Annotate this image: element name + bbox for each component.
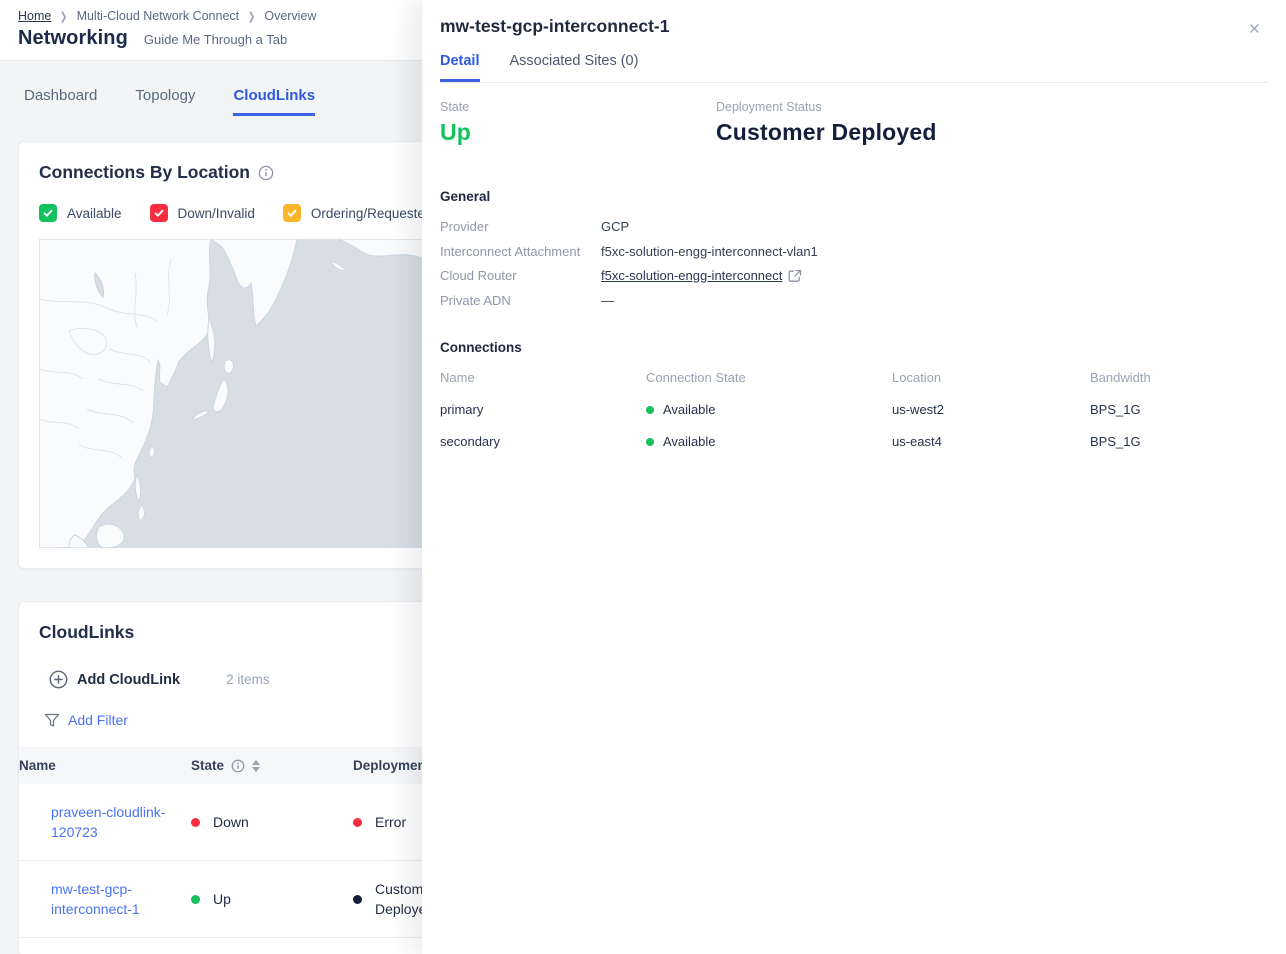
connections-section: Connections Name Connection State Locati… — [440, 340, 1268, 449]
available-checkbox[interactable] — [39, 204, 57, 222]
down-invalid-checkbox[interactable] — [150, 204, 168, 222]
connections-by-location-title: Connections By Location — [39, 162, 250, 183]
provider-value: GCP — [601, 215, 629, 240]
conn-column-name: Name — [440, 370, 646, 385]
interconnect-attachment-label: Interconnect Attachment — [440, 240, 601, 265]
status-dot — [353, 895, 362, 904]
state-text: Down — [213, 812, 249, 832]
status-dot — [646, 406, 654, 414]
guide-me-link[interactable]: Guide Me Through a Tab — [144, 32, 287, 47]
conn-column-location: Location — [892, 370, 1090, 385]
panel-tabs: Detail Associated Sites (0) — [440, 53, 1268, 83]
check-icon — [42, 207, 54, 219]
connections-heading: Connections — [440, 340, 1268, 355]
sort-icon[interactable] — [252, 760, 260, 772]
deployment-status-value: Customer Deployed — [716, 119, 937, 146]
private-adn-value: — — [601, 289, 614, 314]
general-heading: General — [440, 189, 1268, 204]
conn-location: us-west2 — [892, 402, 1090, 417]
conn-name: primary — [440, 402, 646, 417]
items-count: 2 items — [226, 672, 270, 687]
conn-bandwidth: BPS_1G — [1090, 402, 1268, 417]
info-icon[interactable] — [231, 759, 245, 773]
conn-column-bandwidth: Bandwidth — [1090, 370, 1268, 385]
filter-funnel-icon — [44, 713, 60, 728]
panel-tab-associated-sites[interactable]: Associated Sites (0) — [510, 53, 639, 82]
cloud-router-link-text: f5xc-solution-engg-interconnect — [601, 264, 782, 289]
add-cloudlink-button[interactable]: Add CloudLink — [49, 670, 180, 689]
state-text: Up — [213, 889, 231, 909]
conn-state: Available — [646, 434, 892, 449]
chevron-right-icon: ❯ — [60, 10, 67, 23]
page-title: Networking — [18, 27, 128, 50]
check-icon — [286, 207, 298, 219]
conn-bandwidth: BPS_1G — [1090, 434, 1268, 449]
breadcrumb-home[interactable]: Home — [18, 9, 51, 23]
breadcrumb-mcn-connect[interactable]: Multi-Cloud Network Connect — [77, 9, 240, 23]
private-adn-label: Private ADN — [440, 289, 601, 314]
conn-state: Available — [646, 402, 892, 417]
conn-state-text: Available — [663, 402, 716, 417]
check-icon — [153, 207, 165, 219]
chevron-right-icon: ❯ — [248, 10, 255, 23]
plus-circle-icon — [49, 670, 68, 689]
status-dot — [191, 818, 200, 827]
panel-tab-detail[interactable]: Detail — [440, 53, 480, 82]
cloudlink-name-link[interactable]: mw-test-gcp-interconnect-1 — [51, 879, 171, 919]
status-dot — [353, 818, 362, 827]
tab-topology[interactable]: Topology — [135, 87, 195, 116]
cloudlink-name-link[interactable]: praveen-cloudlink-120723 — [51, 802, 171, 842]
conn-name: secondary — [440, 434, 646, 449]
add-filter-label: Add Filter — [68, 712, 128, 728]
ordering-checkbox[interactable] — [283, 204, 301, 222]
state-status: Up — [191, 889, 353, 909]
cloud-router-label: Cloud Router — [440, 264, 601, 289]
column-header-name[interactable]: Name — [19, 747, 191, 784]
close-icon[interactable]: × — [1249, 20, 1260, 39]
panel-title: mw-test-gcp-interconnect-1 — [440, 16, 1268, 37]
column-header-state[interactable]: State — [191, 747, 353, 784]
status-dot — [646, 438, 654, 446]
breadcrumb-overview: Overview — [264, 9, 316, 23]
external-link-icon — [788, 269, 802, 283]
cloud-router-link[interactable]: f5xc-solution-engg-interconnect — [601, 264, 802, 289]
legend-label: Available — [67, 206, 122, 221]
conn-state-text: Available — [663, 434, 716, 449]
general-section: General Provider GCP Interconnect Attach… — [440, 189, 1268, 313]
state-status: Down — [191, 812, 353, 832]
add-cloudlink-label: Add CloudLink — [77, 672, 180, 688]
tab-cloudlinks[interactable]: CloudLinks — [233, 87, 315, 116]
state-value: Up — [440, 119, 716, 146]
info-icon[interactable] — [258, 165, 274, 181]
deployment-status-label: Deployment Status — [716, 100, 937, 114]
legend-item-available: Available — [39, 204, 122, 222]
conn-location: us-east4 — [892, 434, 1090, 449]
legend-item-down-invalid: Down/Invalid — [150, 204, 255, 222]
detail-panel: mw-test-gcp-interconnect-1 × Detail Asso… — [422, 0, 1286, 954]
conn-column-state: Connection State — [646, 370, 892, 385]
interconnect-attachment-value: f5xc-solution-engg-interconnect-vlan1 — [601, 240, 818, 265]
state-label: State — [440, 100, 716, 114]
legend-label: Down/Invalid — [178, 206, 255, 221]
tab-dashboard[interactable]: Dashboard — [24, 87, 97, 116]
state-header-label: State — [191, 758, 224, 773]
provider-label: Provider — [440, 215, 601, 240]
status-dot — [191, 895, 200, 904]
